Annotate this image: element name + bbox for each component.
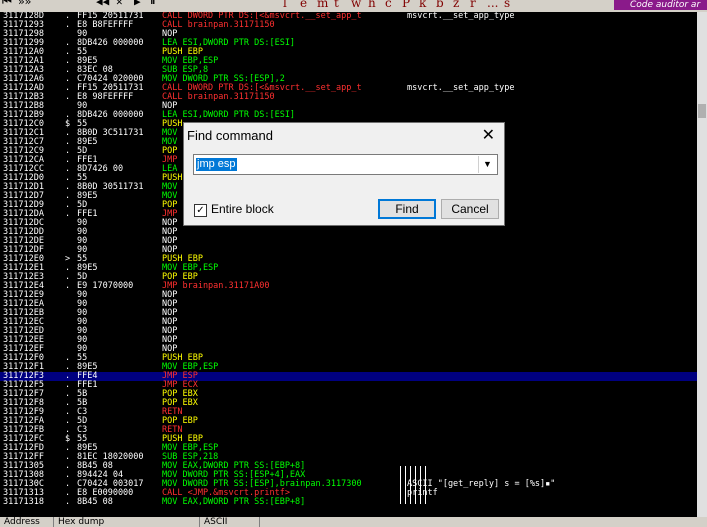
toolbar-window-P[interactable]: P: [402, 0, 410, 10]
toolbar-window-m[interactable]: m: [317, 0, 328, 10]
vertical-scrollbar[interactable]: [697, 12, 707, 517]
dump-header: Address Hex dump ASCII: [0, 517, 707, 527]
toolbar: ⏮ »» ◀◀ ✕ ▶ ⏸ l e m t w h c Pk b z r... s: [0, 0, 707, 12]
ascii-column-header[interactable]: ASCII: [200, 517, 260, 527]
flow-marker: .: [65, 497, 71, 507]
toolbar-window-...[interactable]: ...: [487, 0, 498, 10]
disasm-row[interactable]: 311712EA 90 NOP: [0, 300, 697, 309]
disasm-row[interactable]: 311712EB 90 NOP: [0, 309, 697, 318]
hexdump-column-header[interactable]: Hex dump: [54, 517, 200, 527]
disasm-row[interactable]: 31171293. E8 B8FEFFFF CALL brainpan.311711…: [0, 21, 697, 30]
disasm-row[interactable]: 311712B3. E8 98FEFFFF CALL brainpan.311711…: [0, 93, 697, 102]
disasm-row[interactable]: 311712FB. C3 RETN: [0, 426, 697, 435]
disasm-row[interactable]: 311712E0 >55 PUSH EBP: [0, 255, 697, 264]
disasm-row[interactable]: 311712E1. 89E5 MOV EBP,ESP: [0, 264, 697, 273]
disasm-row[interactable]: 311712F5. FFE1 JMP ECX: [0, 381, 697, 390]
disasm-row[interactable]: 311712E4. E9 17070000 JMP brainpan.31171A0…: [0, 282, 697, 291]
toolbar-button-3[interactable]: ✕: [116, 0, 123, 9]
dialog-title: Find command: [187, 128, 273, 143]
disasm-row[interactable]: 31171299. 8DB426 000000 LEA ESI,DWORD PTR …: [0, 39, 697, 48]
disasm-row[interactable]: 311712F1. 89E5 MOV EBP,ESP: [0, 363, 697, 372]
disasm-row[interactable]: 311712F3. FFE4 JMP ESP: [0, 372, 697, 381]
hex-dump-cell: 8B45 08: [77, 497, 113, 507]
disasm-row[interactable]: 311712ED 90 NOP: [0, 327, 697, 336]
disasm-row[interactable]: 311712F7. 5B POP EBX: [0, 390, 697, 399]
instruction-cell: MOV EAX,DWORD PTR SS:[EBP+8]: [162, 497, 306, 507]
disasm-row[interactable]: 311712E9 90 NOP: [0, 291, 697, 300]
disasm-row[interactable]: 311712EE 90 NOP: [0, 336, 697, 345]
toolbar-window-e[interactable]: e: [300, 0, 307, 10]
command-combobox[interactable]: jmp esp ▼: [193, 154, 498, 175]
toolbar-window-r[interactable]: r: [470, 0, 476, 10]
disasm-row[interactable]: 311712FC $55 PUSH EBP: [0, 435, 697, 444]
flow-marker: .: [65, 209, 71, 219]
find-button[interactable]: Find: [378, 199, 436, 219]
disasm-row[interactable]: 311712EC 90 NOP: [0, 318, 697, 327]
toolbar-window-h[interactable]: h: [368, 0, 376, 10]
instruction-cell: CALL brainpan.31171150: [162, 20, 275, 30]
code-auditor-banner: Code auditor ar: [614, 0, 707, 10]
disasm-row[interactable]: 311712F0. 55 PUSH EBP: [0, 354, 697, 363]
disasm-row[interactable]: 311712FA. 5D POP EBP: [0, 417, 697, 426]
toolbar-window-k[interactable]: k: [419, 0, 426, 10]
toolbar-window-c[interactable]: c: [385, 0, 392, 10]
find-command-dialog: Find command ✕ jmp esp ▼ ✓ Entire block …: [183, 122, 505, 226]
toolbar-window-z[interactable]: z: [453, 0, 459, 10]
instruction-cell: JMP brainpan.31171A00: [162, 281, 270, 291]
flow-marker: .: [65, 281, 71, 291]
scrollbar-thumb[interactable]: [698, 104, 706, 118]
comment-cell: msvcrt.__set_app_type: [407, 12, 515, 21]
disasm-row[interactable]: 311712DD 90 NOP: [0, 228, 697, 237]
entire-block-label[interactable]: Entire block: [211, 202, 274, 216]
comment-cell: msvcrt.__set_app_type: [407, 83, 515, 93]
address-column-header[interactable]: Address: [0, 517, 54, 527]
disasm-row[interactable]: 311712EF 90 NOP: [0, 345, 697, 354]
instruction-cell: CALL brainpan.31171150: [162, 92, 275, 102]
disasm-row[interactable]: 311712F8. 5B POP EBX: [0, 399, 697, 408]
toolbar-window-w[interactable]: w: [351, 0, 361, 10]
toolbar-button-1[interactable]: »»: [18, 0, 31, 9]
disasm-row[interactable]: 31171318. 8B45 08 MOV EAX,DWORD PTR SS:[EB…: [0, 498, 697, 507]
disasm-row[interactable]: 311712A0. 55 PUSH EBP: [0, 48, 697, 57]
flow-marker: .: [65, 20, 71, 30]
address-cell: 31171318: [3, 497, 44, 507]
disasm-row[interactable]: 311712DE 90 NOP: [0, 237, 697, 246]
toolbar-button-4[interactable]: ▶: [134, 0, 141, 9]
cancel-button[interactable]: Cancel: [441, 199, 499, 219]
flow-marker: .: [65, 92, 71, 102]
chevron-down-icon[interactable]: ▼: [478, 156, 496, 173]
toolbar-window-t[interactable]: t: [334, 0, 339, 10]
entire-block-checkbox[interactable]: ✓: [194, 204, 207, 217]
disassembly-pane[interactable]: 3117128D. FF15 20511731 CALL DWORD PTR DS:…: [0, 12, 697, 517]
toolbar-window-s[interactable]: s: [504, 0, 510, 10]
close-icon[interactable]: ✕: [482, 125, 495, 145]
toolbar-button-0[interactable]: ⏮: [2, 0, 12, 9]
toolbar-window-l[interactable]: l: [283, 0, 287, 10]
disasm-row[interactable]: 311712DF 90 NOP: [0, 246, 697, 255]
search-input[interactable]: jmp esp: [196, 158, 237, 171]
disasm-row[interactable]: 311712F9. C3 RETN: [0, 408, 697, 417]
disasm-row[interactable]: 311712B9. 8DB426 000000 LEA ESI,DWORD PTR …: [0, 111, 697, 120]
toolbar-window-b[interactable]: b: [436, 0, 444, 10]
toolbar-button-2[interactable]: ◀◀: [96, 0, 109, 9]
jump-path-lines: [400, 466, 430, 504]
toolbar-button-5[interactable]: ⏸: [150, 0, 156, 9]
